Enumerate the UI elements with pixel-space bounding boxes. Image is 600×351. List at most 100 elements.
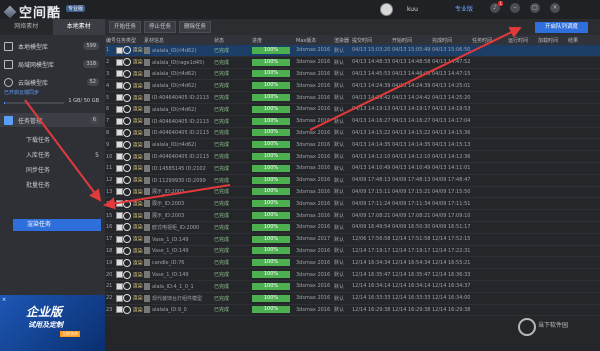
row-checkbox[interactable] (116, 58, 123, 66)
row-checkbox[interactable] (116, 294, 123, 302)
table-row[interactable]: 15 渲染模型展示_ID:2003已完成100%3dsmax 2016默认04/… (105, 209, 600, 222)
user-area[interactable]: kuu (380, 3, 418, 16)
asset-info-cell[interactable]: ID:14585145 ID:2102 (143, 162, 213, 175)
asset-info-cell[interactable]: ID:404640405 ID:2113 (143, 150, 213, 163)
row-checkbox[interactable] (116, 235, 123, 243)
start-queue-button[interactable]: 开启队列调度 (534, 22, 588, 33)
table-row[interactable]: 8 渲染模型 ID:404640405 ID:2113 已完成100% 3dsmax … (105, 127, 600, 140)
row-checkbox[interactable] (116, 117, 123, 125)
asset-info-cell[interactable]: alalala_ID(ri4d62) (143, 79, 213, 93)
asset-info-cell[interactable]: alalala_ID(ri4d62) (143, 45, 213, 57)
asset-info-cell[interactable]: Vase_1_ID:149 (143, 245, 213, 258)
row-checkbox[interactable] (116, 188, 123, 196)
asset-info-cell[interactable]: alalala_ID(rage1d45) (143, 56, 213, 69)
sub-item-download[interactable]: 下载任务 (0, 133, 105, 148)
row-checkbox[interactable] (116, 259, 123, 267)
sidebar-item-local-library[interactable]: 本地模型库 599 (0, 39, 105, 53)
column-header[interactable]: 提交时间 (351, 35, 391, 45)
avatar[interactable] (380, 3, 393, 16)
sub-item-render[interactable]: 渲染任务 (13, 219, 101, 231)
user-name[interactable]: kuu (407, 6, 418, 13)
row-checkbox[interactable] (116, 153, 123, 161)
table-row[interactable]: 5 渲染模型 ID:404640405 ID:2113 已完成100% 3dsmax … (105, 91, 600, 104)
asset-info-cell[interactable]: alala_ID:4_1_0_1 (143, 280, 213, 293)
row-checkbox[interactable] (116, 105, 123, 113)
table-row[interactable]: 13 渲染模型展示_ID:2003已完成100%3dsmax 2016默认04/… (105, 186, 600, 199)
table-row[interactable]: 9 渲染模型 alalala_ID(ri4d62) 已完成100% 3dsmax 20… (105, 138, 600, 152)
asset-info-cell[interactable]: alalala_ID(ri4d62) (143, 138, 213, 152)
row-checkbox[interactable] (116, 164, 123, 172)
asset-info-cell[interactable]: 现代装饰台灯组件模型 (143, 292, 213, 305)
asset-info-cell[interactable]: Vase_1_ID:149 (143, 268, 213, 281)
promo-tag[interactable]: 立即咨询 (60, 331, 80, 337)
close-icon[interactable]: × (550, 3, 560, 13)
column-header[interactable]: 编号 (105, 35, 115, 45)
sub-item-import[interactable]: 入库任务 5 (0, 148, 105, 163)
table-row[interactable]: 17 渲染模型 Vase_1_ID:149 已完成100% 3dsmax 2017默认… (105, 233, 600, 246)
column-header[interactable]: 进度 (251, 35, 295, 45)
asset-info-cell[interactable]: 展示_ID:2003 (143, 209, 213, 222)
user-level[interactable]: 专业版 (455, 4, 473, 13)
stop-task-button[interactable]: 停止任务 (144, 21, 177, 33)
asset-info-cell[interactable]: alalala_ID(ri4d62) (143, 103, 213, 116)
row-checkbox[interactable] (116, 141, 123, 149)
row-checkbox[interactable] (116, 282, 123, 290)
row-checkbox[interactable] (116, 46, 123, 54)
table-row[interactable]: 4 渲染模型 alalala_ID(ri4d62) 已完成100% 3dsmax 20… (105, 79, 600, 93)
tab-network-assets[interactable]: 网络素材 (0, 19, 53, 35)
asset-info-cell[interactable]: alalala_ID:9_0 (143, 304, 213, 317)
sub-item-sync[interactable]: 同步任务 (0, 163, 105, 178)
row-checkbox[interactable] (116, 212, 123, 220)
table-row[interactable]: 22 渲染模型现代装饰台灯组件模型已完成100%3dsmax 2016默认12/… (105, 292, 600, 305)
column-header[interactable]: 素材信息 (143, 35, 213, 45)
row-checkbox[interactable] (116, 306, 123, 314)
table-row[interactable]: 10 渲染模型 ID:404640405 ID:2113 已完成100% 3dsmax… (105, 150, 600, 163)
row-checkbox[interactable] (116, 271, 123, 279)
asset-info-cell[interactable]: 展示_ID:2003 (143, 197, 213, 211)
column-header[interactable]: 加载时间 (537, 35, 567, 45)
asset-info-cell[interactable]: ID:404640405 ID:2113 (143, 115, 213, 128)
column-header[interactable]: 结果 (567, 35, 600, 45)
row-checkbox[interactable] (116, 176, 123, 184)
table-row[interactable]: 16 渲染模型 欧式电视柜_ID:2000 已完成100% 3dsmax 2016默认… (105, 221, 600, 234)
asset-info-cell[interactable]: Vase_1_ID:149 (143, 233, 213, 246)
sidebar-item-lan-library[interactable]: 局域网模型库 318 (0, 57, 105, 71)
column-header[interactable]: 完成时间 (431, 35, 471, 45)
table-row[interactable]: 12 渲染模型 ID:11299930 ID:2099 已完成100% 3dsmax … (105, 174, 600, 187)
column-header[interactable]: 状态 (213, 35, 251, 45)
table-row[interactable]: 6 渲染模型 alalala_ID(ri4d62) 已完成100% 3dsmax 20… (105, 103, 600, 116)
table-row[interactable]: 11 渲染模型 ID:14585145 ID:2102 已完成100% 3dsmax … (105, 162, 600, 175)
row-checkbox[interactable] (116, 94, 123, 102)
row-checkbox[interactable] (116, 70, 123, 78)
asset-info-cell[interactable]: ID:404640405 ID:2113 (143, 91, 213, 104)
asset-info-cell[interactable]: candle_ID:76 (143, 256, 213, 270)
table-row[interactable]: 18 渲染模型 Vase_1_ID:149 已完成100% 3dsmax 2016默认… (105, 245, 600, 258)
column-header[interactable]: 开始时间 (391, 35, 431, 45)
row-checkbox[interactable] (116, 223, 123, 231)
table-row[interactable]: 23 渲染模型 alalala_ID:9_0 已完成100% 3dsmax 2016默… (105, 304, 600, 317)
table-row[interactable]: 14 渲染模型展示_ID:2003已完成100%3dsmax 2016默认04/… (105, 197, 600, 211)
sub-item-batch[interactable]: 批量任务 (0, 178, 105, 193)
table-row[interactable]: 21 渲染模型 alala_ID:4_1_0_1 已完成100% 3dsmax 201… (105, 280, 600, 293)
table-row[interactable]: 20 渲染模型 Vase_1_ID:149 已完成100% 3dsmax 2016默认… (105, 268, 600, 281)
table-row[interactable]: 1 渲染模型 alalala_ID(ri4d62) 已完成100% 3dsmax 20… (105, 45, 600, 57)
asset-info-cell[interactable]: 欧式电视柜_ID:2000 (143, 221, 213, 234)
table-row[interactable]: 7 渲染模型 ID:404640405 ID:2113 已完成100% 3dsmax … (105, 115, 600, 128)
sidebar-item-task-manager[interactable]: 任务管理 6 (0, 113, 105, 127)
table-row[interactable]: 2 渲染模型 alalala_ID(rage1d45) 已完成100% 3dsmax … (105, 56, 600, 69)
asset-info-cell[interactable]: ID:404640405 ID:2113 (143, 127, 213, 140)
row-checkbox[interactable] (116, 82, 123, 90)
table-row[interactable]: 3 渲染模型 alalala_ID(ri4d62) 已完成100% 3dsmax 20… (105, 68, 600, 81)
asset-info-cell[interactable]: alalala_ID(ri4d62) (143, 68, 213, 81)
column-header[interactable]: 渲染器 (333, 35, 351, 45)
row-checkbox[interactable] (116, 129, 123, 137)
tab-local-assets[interactable]: 本地素材 (52, 19, 105, 35)
sidebar-item-cloud-library[interactable]: 云端模型库 52 (0, 75, 105, 89)
minimize-icon[interactable]: – (510, 3, 520, 13)
bell-icon[interactable]: ♪ 1 (490, 1, 503, 13)
maximize-icon[interactable]: □ (530, 3, 540, 13)
asset-info-cell[interactable]: 展示_ID:2003 (143, 186, 213, 199)
enterprise-promo[interactable]: × 企业版 试用及定制 立即咨询 (0, 295, 105, 351)
column-header[interactable]: 运行时间 (507, 35, 537, 45)
column-header[interactable]: 任务时间 (471, 35, 507, 45)
